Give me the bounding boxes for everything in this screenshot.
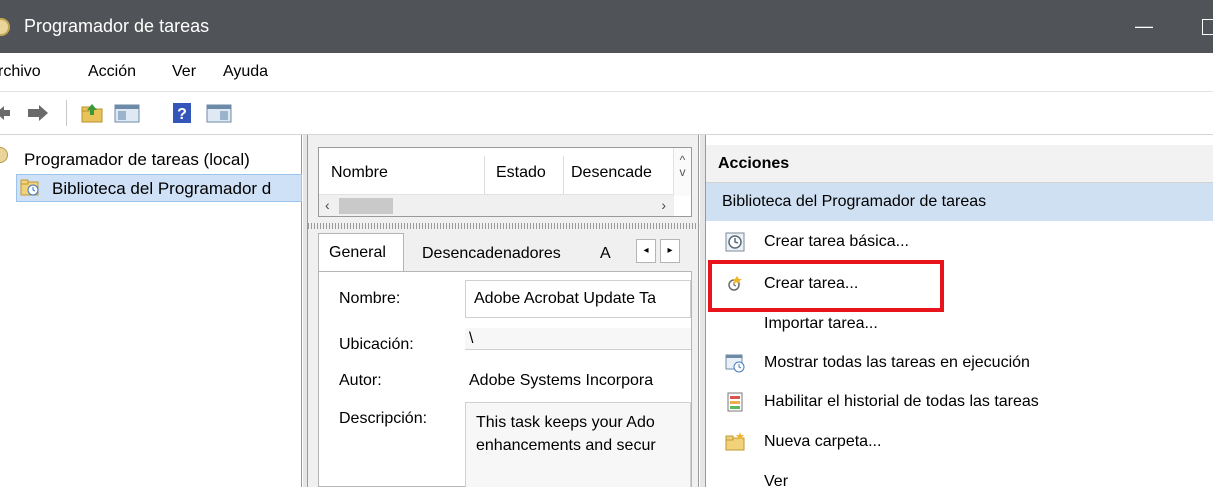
maximize-button[interactable]	[1202, 19, 1213, 35]
column-nombre[interactable]: Nombre	[331, 164, 388, 182]
actions-header: Acciones	[706, 145, 1213, 183]
toolbar: ?	[0, 91, 1213, 135]
menu-ver[interactable]: Ver	[172, 63, 196, 81]
task-scheduler-icon	[0, 18, 10, 36]
basic-task-wizard-icon	[724, 231, 746, 253]
name-field[interactable]: Adobe Acrobat Update Ta	[465, 280, 691, 318]
author-value: Adobe Systems Incorpora	[469, 372, 654, 389]
general-tab-content: Nombre: Adobe Acrobat Update Ta Ubicació…	[318, 271, 692, 487]
tab-scroll-left-icon[interactable]: ◂	[636, 239, 656, 263]
menu-accion[interactable]: Acción	[88, 63, 136, 81]
task-list: Nombre Estado Desencade ^ v ‹ ›	[318, 147, 692, 217]
action-label: Mostrar todas las tareas en ejecución	[764, 354, 1030, 371]
tab-scroll-right-icon[interactable]: ▸	[660, 239, 680, 263]
history-log-icon	[724, 391, 746, 413]
name-label: Nombre:	[339, 290, 401, 307]
scroll-right-icon[interactable]: ›	[661, 197, 666, 213]
title-bar: Programador de tareas —	[0, 0, 1213, 53]
pane-splitter[interactable]	[308, 223, 700, 229]
vertical-scrollbar[interactable]: ^ v	[673, 148, 691, 196]
action-label: Importar tarea...	[764, 315, 878, 332]
back-arrow-icon[interactable]	[0, 102, 12, 124]
task-scheduler-icon	[0, 147, 8, 163]
scroll-left-icon[interactable]: ‹	[325, 197, 330, 213]
column-divider[interactable]	[484, 156, 485, 194]
location-field[interactable]: \	[465, 328, 691, 350]
svg-text:?: ?	[177, 106, 187, 123]
console-tree-icon[interactable]	[114, 102, 140, 124]
window-title: Programador de tareas	[24, 16, 210, 36]
tree-item-label: Biblioteca del Programador d	[52, 179, 272, 198]
forward-arrow-icon[interactable]	[26, 102, 50, 124]
location-label: Ubicación:	[339, 336, 414, 353]
tab-desencadenadores[interactable]: Desencadenadores	[422, 237, 561, 271]
menu-ayuda[interactable]: Ayuda	[223, 63, 268, 81]
highlight-annotation	[708, 260, 944, 312]
toolbar-separator	[66, 100, 67, 126]
column-desencadenadores[interactable]: Desencade	[571, 164, 652, 182]
menu-archivo[interactable]: rchivo	[0, 63, 41, 81]
running-tasks-icon	[724, 352, 746, 374]
action-nueva-carpeta[interactable]: Nueva carpeta...	[706, 423, 1213, 461]
minimize-button[interactable]: —	[1132, 16, 1156, 36]
action-habilitar-historial[interactable]: Habilitar el historial de todas las tare…	[706, 383, 1213, 421]
action-label: Habilitar el historial de todas las tare…	[764, 393, 1039, 410]
actions-section-header[interactable]: Biblioteca del Programador de tareas	[706, 183, 1213, 221]
folder-clock-icon	[20, 177, 40, 197]
menu-bar: rchivo Acción Ver Ayuda	[0, 53, 1213, 91]
tab-general[interactable]: General	[318, 233, 404, 271]
help-icon[interactable]: ?	[172, 102, 192, 124]
action-label: Crear tarea básica...	[764, 233, 909, 250]
author-label: Autor:	[339, 372, 382, 389]
description-line: enhancements and secur	[476, 437, 656, 454]
scroll-thumb[interactable]	[339, 198, 393, 214]
actions-title: Acciones	[718, 155, 790, 172]
action-label: Ver	[764, 473, 789, 487]
tree-root-item[interactable]: Programador de tareas (local)	[24, 150, 250, 170]
column-estado[interactable]: Estado	[496, 164, 546, 182]
detail-tabs: General Desencadenadores A ◂ ▸	[318, 233, 692, 271]
tree-item-biblioteca[interactable]: Biblioteca del Programador d	[16, 174, 302, 202]
description-line: This task keeps your Ado	[476, 414, 655, 431]
description-label: Descripción:	[339, 410, 428, 427]
action-mostrar-tareas-en-ejecucion[interactable]: Mostrar todas las tareas en ejecución	[706, 344, 1213, 382]
tab-acciones[interactable]: A	[600, 237, 611, 271]
action-label: Nueva carpeta...	[764, 433, 882, 450]
new-folder-icon	[724, 431, 746, 453]
console-tree-pane: Programador de tareas (local) Biblioteca…	[0, 135, 302, 487]
action-pane-icon[interactable]	[206, 102, 232, 124]
description-field[interactable]: This task keeps your Ado enhancements an…	[465, 402, 691, 487]
action-ver[interactable]: Ver	[706, 463, 1213, 487]
task-detail-pane: Nombre Estado Desencade ^ v ‹ › General D…	[307, 135, 700, 487]
horizontal-scrollbar[interactable]: ‹ ›	[319, 194, 674, 216]
folder-up-icon[interactable]	[80, 102, 104, 124]
column-divider[interactable]	[563, 156, 564, 194]
actions-section-title: Biblioteca del Programador de tareas	[722, 193, 987, 210]
action-crear-tarea-basica[interactable]: Crear tarea básica...	[706, 223, 1213, 261]
